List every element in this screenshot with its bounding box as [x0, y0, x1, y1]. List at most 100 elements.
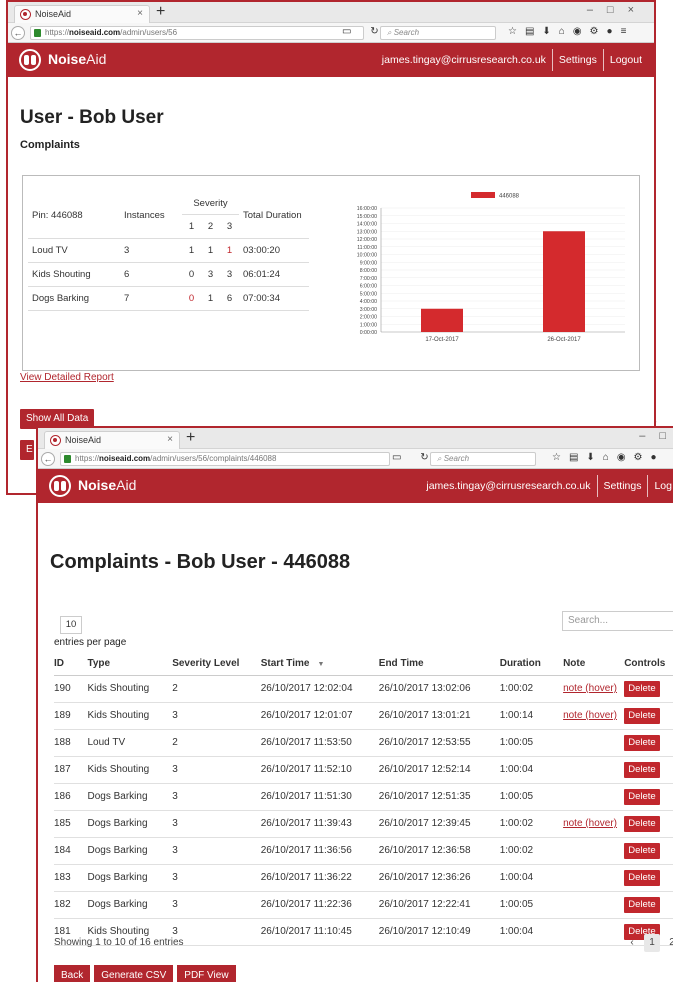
- table-row: 190 Kids Shouting 2 26/10/2017 12:02:04 26/1…: [54, 675, 673, 703]
- window-controls[interactable]: –□: [639, 430, 673, 442]
- row-end-time: 26/10/2017 12:10:49: [378, 918, 500, 946]
- delete-button[interactable]: Delete: [624, 707, 660, 724]
- chart-y-tick-label: 11:00:00: [357, 245, 377, 251]
- chart-y-tick-label: 2:00:00: [360, 315, 377, 321]
- brand[interactable]: NoiseAid: [48, 51, 106, 67]
- col-header-controls: Controls: [624, 653, 673, 676]
- url-field[interactable]: https://noiseaid.com/admin/users/56: [30, 26, 364, 40]
- row-type: Dogs Barking: [87, 810, 173, 838]
- browser-search-field[interactable]: ⌕ Search: [430, 452, 536, 466]
- user-email-link[interactable]: james.tingay@cirrusresearch.co.uk: [420, 475, 596, 497]
- row-controls: Delete: [624, 756, 673, 784]
- row-start-time: 26/10/2017 11:51:30: [260, 783, 379, 811]
- row-id: 189: [54, 702, 88, 730]
- settings-link[interactable]: Settings: [596, 475, 648, 497]
- url-host: noiseaid.com: [69, 28, 121, 37]
- row-note-cell: note (hover): [563, 810, 625, 838]
- col-header-duration[interactable]: Duration: [499, 653, 564, 676]
- browser-search-field[interactable]: ⌕ Search: [380, 26, 496, 40]
- table-search-input[interactable]: Search...: [562, 611, 673, 631]
- summary-row: Loud TV 3 1 1 1 03:00:20: [28, 237, 309, 262]
- col-header-id[interactable]: ID: [54, 653, 88, 676]
- row-sev1: 0: [182, 285, 201, 310]
- toolbar-icons[interactable]: ☆▤⬇⌂◉⚙●≡: [508, 26, 634, 37]
- table-info: Showing 1 to 10 of 16 entries: [54, 937, 184, 948]
- row-end-time: 26/10/2017 12:39:45: [378, 810, 500, 838]
- new-tab-button[interactable]: +: [186, 428, 195, 448]
- delete-button[interactable]: Delete: [624, 869, 660, 886]
- tab-close-icon[interactable]: ×: [167, 432, 173, 448]
- row-duration: 03:00:20: [239, 237, 309, 262]
- settings-link[interactable]: Settings: [551, 49, 603, 71]
- row-controls: Delete: [624, 891, 673, 919]
- col-header-end-time[interactable]: End Time: [378, 653, 500, 676]
- new-tab-button[interactable]: +: [156, 2, 165, 22]
- user-email-link[interactable]: james.tingay@cirrusresearch.co.uk: [376, 49, 552, 71]
- back-button[interactable]: Back: [54, 965, 91, 982]
- instances-header: Instances: [124, 210, 165, 222]
- row-id: 190: [54, 675, 88, 703]
- note-link[interactable]: note (hover): [563, 818, 617, 829]
- browser-tab[interactable]: NoiseAid ×: [14, 5, 150, 23]
- partial-button[interactable]: E: [20, 440, 34, 460]
- delete-button[interactable]: Delete: [624, 842, 660, 859]
- page-title: User - Bob User: [20, 107, 164, 128]
- delete-button[interactable]: Delete: [624, 680, 660, 697]
- row-type: Kids Shouting: [87, 756, 173, 784]
- col-header-note[interactable]: Note: [563, 653, 625, 676]
- pagination-page-2[interactable]: 2: [664, 934, 673, 952]
- pagination-page-1[interactable]: 1: [644, 934, 660, 952]
- browser-window-user: NoiseAid × + –□× ← https://noiseaid.com/…: [6, 0, 656, 495]
- note-link[interactable]: note (hover): [563, 710, 617, 721]
- url-field[interactable]: https://noiseaid.com/admin/users/56/comp…: [60, 452, 390, 466]
- row-end-time: 26/10/2017 12:22:41: [378, 891, 500, 919]
- row-duration: 1:00:14: [499, 702, 564, 730]
- row-instances: 7: [120, 285, 182, 310]
- back-arrow-icon[interactable]: ←: [41, 452, 55, 466]
- search-placeholder: Search: [443, 454, 470, 463]
- browser-tab[interactable]: NoiseAid ×: [44, 431, 180, 449]
- search-placeholder: Search: [393, 28, 420, 37]
- view-detailed-report-link[interactable]: View Detailed Report: [20, 372, 114, 383]
- section-title: Complaints: [20, 139, 80, 151]
- window-controls[interactable]: –□×: [587, 4, 648, 16]
- noiseaid-favicon-icon: [50, 435, 61, 446]
- delete-button[interactable]: Delete: [624, 815, 660, 832]
- row-id: 183: [54, 864, 88, 892]
- pin-header: Pin: 446088: [32, 210, 83, 222]
- noiseaid-logo-icon[interactable]: [49, 475, 71, 497]
- row-duration: 1:00:02: [499, 810, 564, 838]
- logout-link[interactable]: Log: [647, 475, 673, 497]
- generate-csv-button[interactable]: Generate CSV: [94, 965, 174, 982]
- col-header-type[interactable]: Type: [87, 653, 173, 676]
- col-header-start-time[interactable]: Start Time ▼: [260, 653, 379, 676]
- col-header-severity[interactable]: Severity Level: [172, 653, 261, 676]
- row-severity: 3: [172, 756, 261, 784]
- tab-close-icon[interactable]: ×: [137, 6, 143, 22]
- noiseaid-logo-icon[interactable]: [19, 49, 41, 71]
- row-sev3: 1: [220, 237, 239, 262]
- row-id: 188: [54, 729, 88, 757]
- delete-button[interactable]: Delete: [624, 896, 660, 913]
- app-navbar: NoiseAid james.tingay@cirrusresearch.co.…: [38, 469, 673, 503]
- toolbar-icons[interactable]: ☆▤⬇⌂◉⚙●: [552, 452, 665, 463]
- pdf-view-button[interactable]: PDF View: [177, 965, 236, 982]
- pagination-prev[interactable]: ‹: [624, 934, 640, 952]
- note-link[interactable]: note (hover): [563, 683, 617, 694]
- row-note-cell: note (hover): [563, 675, 625, 703]
- row-id: 184: [54, 837, 88, 865]
- tab-bar: NoiseAid × + –□×: [8, 2, 654, 23]
- logout-link[interactable]: Logout: [602, 49, 648, 71]
- delete-button[interactable]: Delete: [624, 734, 660, 751]
- row-duration: 1:00:05: [499, 783, 564, 811]
- nav-right: james.tingay@cirrusresearch.co.uk Settin…: [376, 43, 648, 77]
- row-type: Dogs Barking: [87, 783, 173, 811]
- delete-button[interactable]: Delete: [624, 761, 660, 778]
- back-arrow-icon[interactable]: ←: [11, 26, 25, 40]
- row-type: Kids Shouting: [28, 261, 120, 286]
- row-duration: 1:00:05: [499, 891, 564, 919]
- brand[interactable]: NoiseAid: [78, 477, 136, 493]
- chart-y-tick-label: 0:00:00: [360, 330, 377, 336]
- delete-button[interactable]: Delete: [624, 788, 660, 805]
- entries-per-page-select[interactable]: 10: [60, 616, 82, 634]
